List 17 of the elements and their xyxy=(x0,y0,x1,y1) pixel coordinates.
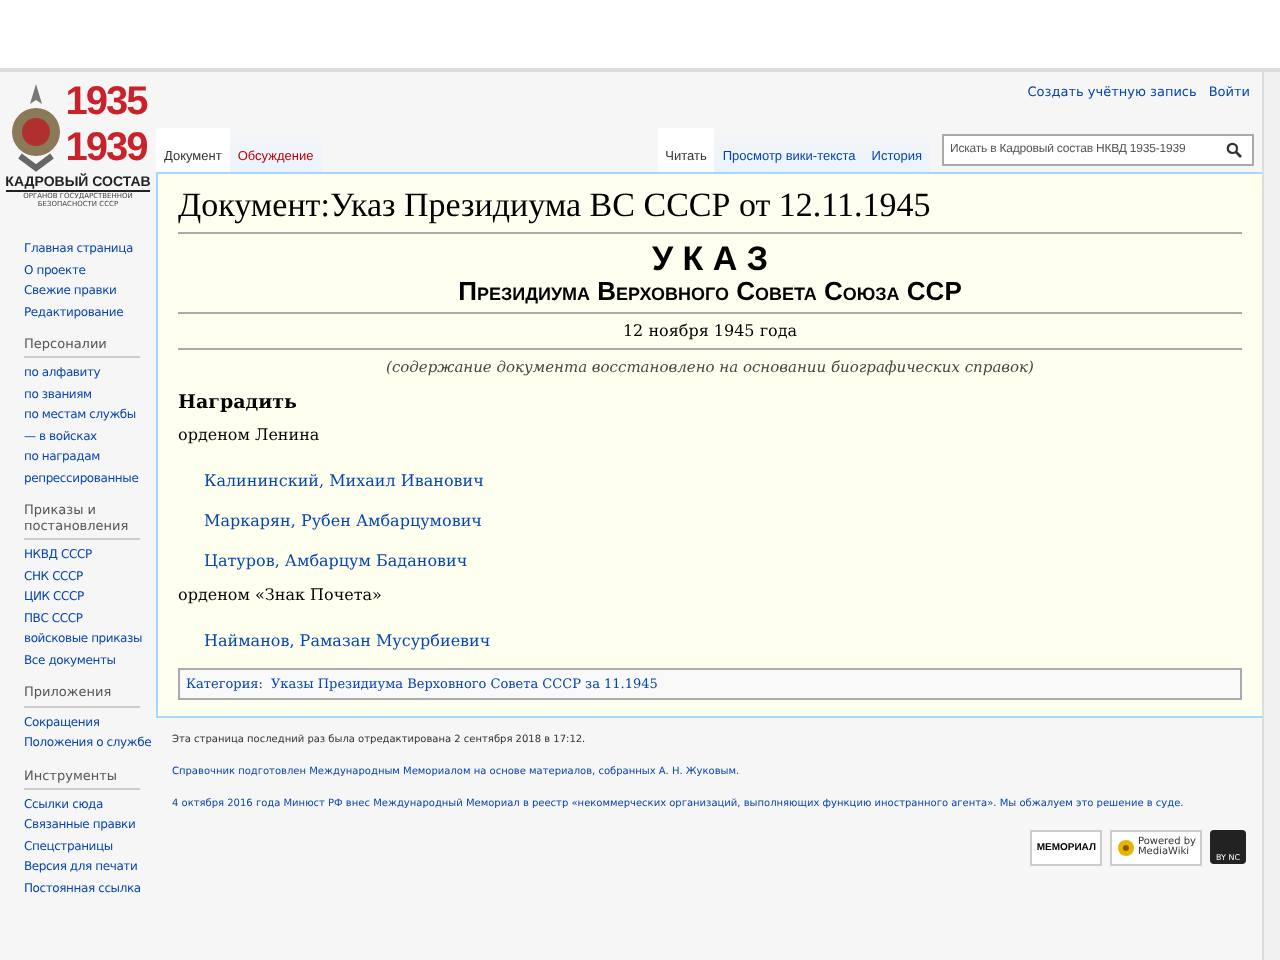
emblem-icon xyxy=(9,80,62,172)
award-label: орденом Ленина xyxy=(178,424,322,448)
document-date: 12 ноября 1945 года xyxy=(178,314,1242,350)
logo-year: 1939 xyxy=(65,126,147,172)
action-heading: Наградить xyxy=(178,392,299,414)
person-link[interactable]: Калининский, Михаил Иванович xyxy=(204,472,484,490)
search-icon[interactable] xyxy=(1226,142,1242,158)
document-subheading: Президиума Верховного Совета Союза ССР xyxy=(178,276,1242,314)
person-link[interactable]: Цатуров, Амбарцум Баданович xyxy=(204,552,468,570)
person-link[interactable]: Найманов, Рамазан Мусурбиевич xyxy=(204,632,491,650)
scrollbar[interactable] xyxy=(1262,72,1280,960)
document-heading: У К А З xyxy=(649,242,771,276)
flower-icon xyxy=(1115,838,1136,858)
logo-year: 1935 xyxy=(65,80,147,126)
person-link[interactable]: Маркарян, Рубен Амбарцумович xyxy=(204,512,482,530)
page-title: Документ:Указ Президиума ВС СССР от 12.11.1945 xyxy=(178,186,1242,234)
award-label: орденом «Знак Почета» xyxy=(178,584,384,608)
